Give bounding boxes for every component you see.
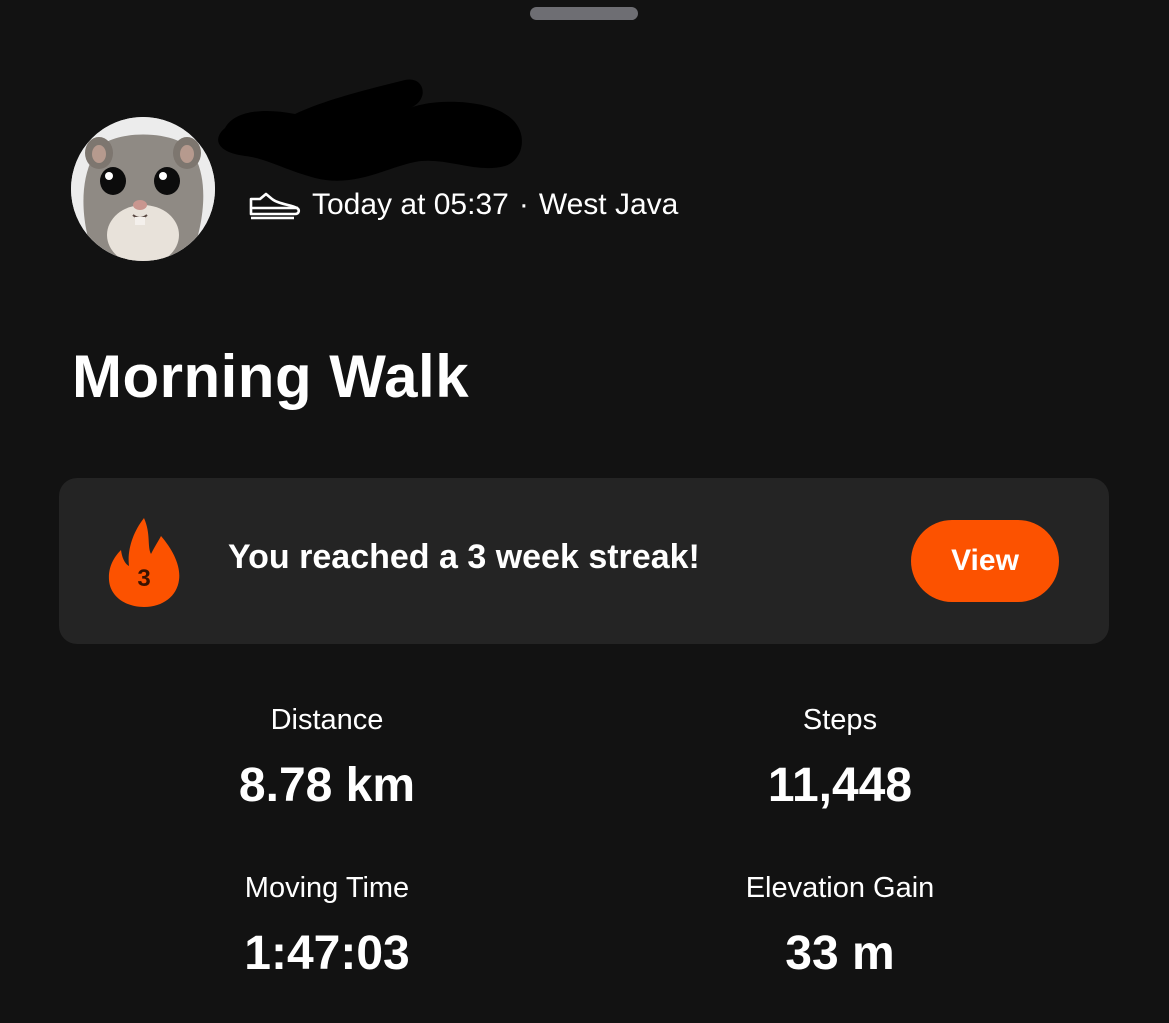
stat-distance: Distance 8.78 km — [137, 700, 517, 818]
hamster-photo — [71, 117, 215, 261]
avatar[interactable] — [71, 117, 215, 261]
stat-steps: Steps 11,448 — [650, 700, 1030, 818]
stat-value: 33 m — [785, 927, 895, 980]
flame-icon — [108, 518, 180, 607]
stat-label: Steps — [802, 704, 878, 736]
stat-value: 11,448 — [767, 759, 913, 812]
activity-time: Today at 05:37 — [312, 188, 509, 221]
stat-label: Distance — [270, 704, 384, 736]
streak-card[interactable]: 3 You reached a 3 week streak! View — [59, 478, 1109, 644]
view-streak-button[interactable]: View — [911, 520, 1059, 602]
sheet-drag-handle[interactable] — [530, 7, 638, 20]
activity-title[interactable]: Morning Walk — [72, 340, 469, 414]
stat-value: 8.78 km — [238, 759, 416, 812]
shoe-icon — [249, 192, 301, 220]
stat-label: Elevation Gain — [745, 872, 935, 904]
stat-elevation-gain: Elevation Gain 33 m — [650, 868, 1030, 986]
streak-message: You reached a 3 week streak! — [228, 538, 700, 576]
redacted-username — [218, 79, 522, 181]
meta-separator: · — [518, 188, 529, 221]
activity-location: West Java — [538, 188, 679, 221]
activity-meta: Today at 05:37 · West Java — [248, 185, 678, 225]
stat-moving-time: Moving Time 1:47:03 — [137, 868, 517, 986]
stat-label: Moving Time — [244, 872, 410, 904]
streak-count: 3 — [137, 565, 151, 592]
stat-value: 1:47:03 — [244, 927, 410, 980]
